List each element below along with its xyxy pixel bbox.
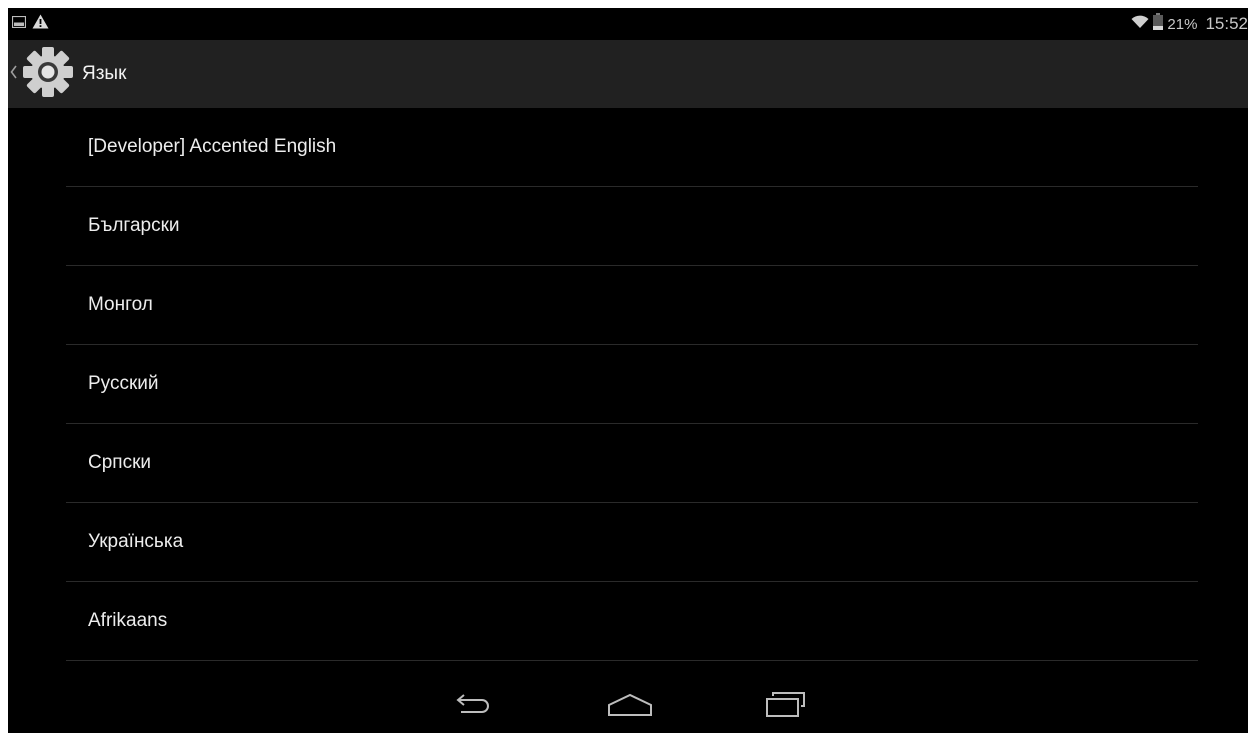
home-icon [607, 693, 653, 722]
language-label: [Developer] Accented English [88, 136, 337, 157]
android-screen: 21% 15:52 Язык [Developer] Accented Engl… [8, 8, 1248, 733]
up-navigation-button[interactable]: Язык [8, 40, 126, 108]
back-caret-icon [10, 65, 18, 84]
battery-percent: 21% [1167, 15, 1198, 33]
language-item-bulgarian[interactable]: Български [66, 187, 1198, 266]
language-label: Български [88, 215, 180, 236]
language-label: Afrikaans [88, 610, 168, 631]
language-label: Русский [88, 373, 159, 394]
wifi-icon [1131, 15, 1149, 34]
warning-icon [32, 14, 49, 34]
status-bar: 21% 15:52 [8, 8, 1248, 40]
language-list: [Developer] Accented English Български М… [66, 108, 1198, 661]
language-item-mongolian[interactable]: Монгол [66, 266, 1198, 345]
language-item-serbian[interactable]: Српски [66, 424, 1198, 503]
page-title: Язык [82, 63, 127, 84]
navigation-bar [8, 681, 1248, 733]
language-label: Українська [88, 531, 184, 552]
back-icon [452, 693, 492, 722]
language-item-afrikaans[interactable]: Afrikaans [66, 582, 1198, 661]
home-button[interactable] [600, 689, 660, 725]
language-item-ukrainian[interactable]: Українська [66, 503, 1198, 582]
recent-apps-icon [764, 691, 808, 724]
language-label: Српски [88, 452, 152, 473]
status-notifications [11, 14, 49, 34]
language-item-developer-accented-english[interactable]: [Developer] Accented English [66, 108, 1198, 187]
back-button[interactable] [442, 689, 502, 725]
status-system-info: 21% 15:52 [1131, 13, 1248, 35]
clock: 15:52 [1205, 14, 1248, 33]
settings-gear-icon [22, 46, 74, 103]
language-item-russian[interactable]: Русский [66, 345, 1198, 424]
gallery-notification-icon [11, 15, 27, 33]
recent-apps-button[interactable] [756, 689, 816, 725]
action-bar: Язык [8, 40, 1248, 108]
language-label: Монгол [88, 294, 153, 315]
battery-icon [1153, 13, 1164, 35]
